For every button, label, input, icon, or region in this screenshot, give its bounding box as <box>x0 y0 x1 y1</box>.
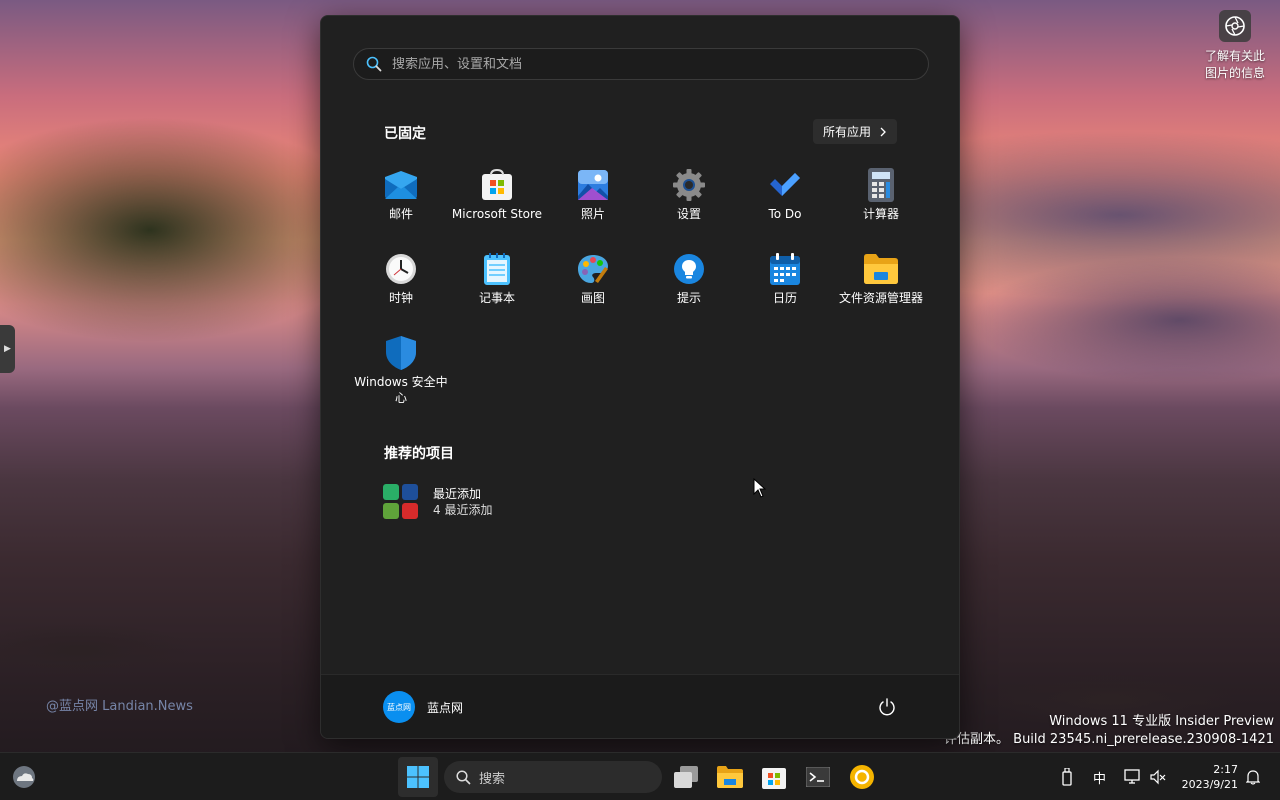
paint-icon <box>576 252 610 286</box>
photos-icon <box>576 168 610 202</box>
pinned-app-tips[interactable]: 提示 <box>641 242 737 322</box>
learn-about-picture[interactable]: 了解有关此图片的信息 <box>1202 10 1268 82</box>
browser-taskbar-button[interactable] <box>842 757 882 797</box>
settings-icon <box>672 168 706 202</box>
app-label: 照片 <box>580 207 605 221</box>
user-account-button[interactable]: 蓝点网 蓝点网 <box>383 691 463 723</box>
usb-icon <box>1062 768 1072 786</box>
store-icon <box>762 768 786 789</box>
search-icon <box>456 769 471 785</box>
start-search-input[interactable] <box>392 56 928 72</box>
app-label: To Do <box>768 207 802 221</box>
usb-tray-button[interactable] <box>1060 753 1074 800</box>
camera-icon <box>1219 10 1251 42</box>
pinned-app-photos[interactable]: 照片 <box>545 158 641 238</box>
tips-icon <box>672 252 706 286</box>
build-edition: Windows 11 专业版 Insider Preview <box>1049 714 1274 729</box>
pinned-app-file-explorer[interactable]: 文件资源管理器 <box>833 242 929 322</box>
bell-icon <box>1246 770 1260 785</box>
taskbar-search-label: 搜索 <box>479 771 506 787</box>
app-label: 计算器 <box>862 207 899 221</box>
pinned-app-paint[interactable]: 画图 <box>545 242 641 322</box>
app-label: 文件资源管理器 <box>838 291 923 305</box>
taskbar-search[interactable]: 搜索 <box>444 761 662 793</box>
pinned-app-calendar[interactable]: 日历 <box>737 242 833 322</box>
app-label: 画图 <box>580 291 605 305</box>
file-explorer-icon <box>864 252 898 286</box>
avatar: 蓝点网 <box>383 691 415 723</box>
security-icon <box>384 336 418 370</box>
recommended-item[interactable]: 最近添加 4 最近添加 <box>383 484 492 520</box>
all-apps-label: 所有应用 <box>823 125 872 139</box>
build-watermark: Windows 11 专业版 Insider Preview 评估副本。 Bui… <box>944 713 1274 749</box>
mouse-cursor-icon <box>753 478 767 498</box>
recommended-subtitle: 4 最近添加 <box>433 503 493 517</box>
power-button[interactable] <box>877 697 897 717</box>
app-label: 设置 <box>676 207 701 221</box>
pinned-title: 已固定 <box>384 126 426 142</box>
windows-logo-icon <box>407 766 429 788</box>
build-number: 评估副本。 Build 23545.ni_prerelease.230908-1… <box>944 732 1274 747</box>
folder-icon <box>717 766 743 788</box>
start-footer: 蓝点网 蓝点网 <box>321 674 959 738</box>
weather-widget-button[interactable] <box>4 757 44 797</box>
store-icon <box>480 168 514 202</box>
network-tray-button[interactable] <box>1124 753 1142 800</box>
volume-muted-icon <box>1150 769 1166 785</box>
all-apps-button[interactable]: 所有应用 <box>813 119 898 144</box>
user-name: 蓝点网 <box>427 700 464 715</box>
power-icon <box>879 698 895 716</box>
volume-tray-button[interactable] <box>1150 753 1166 800</box>
app-label: 邮件 <box>388 207 413 221</box>
start-button[interactable] <box>398 757 438 797</box>
learn-more-text: 了解有关此图片的信息 <box>1204 49 1265 80</box>
chevron-right-icon <box>880 127 886 136</box>
network-icon <box>1124 769 1140 784</box>
pinned-app-todo[interactable]: To Do <box>737 158 833 238</box>
app-label: 记事本 <box>478 291 515 305</box>
app-label: 提示 <box>676 291 701 305</box>
terminal-taskbar-button[interactable] <box>798 757 838 797</box>
recent-apps-icon <box>383 484 419 520</box>
mail-icon <box>384 168 418 202</box>
pinned-app-clock[interactable]: 时钟 <box>353 242 449 322</box>
file-explorer-taskbar-button[interactable] <box>710 757 750 797</box>
pinned-app-security[interactable]: Windows 安全中心 <box>353 326 449 422</box>
app-label: Windows 安全中心 <box>354 375 448 405</box>
widgets-handle[interactable]: ▶ <box>0 325 15 373</box>
browser-icon <box>850 765 874 789</box>
taskbar: 搜索 中 2:17 2023/9/21 <box>0 752 1280 800</box>
notepad-icon <box>480 252 514 286</box>
pinned-app-calculator[interactable]: 计算器 <box>833 158 929 238</box>
site-watermark: @蓝点网 Landian.News <box>46 699 193 714</box>
clock-date: 2023/9/21 <box>1181 778 1238 791</box>
task-view-icon <box>674 766 698 788</box>
recommended-title: 推荐的项目 <box>384 446 454 462</box>
clock-time: 2:17 <box>1213 763 1238 776</box>
notifications-button[interactable] <box>1246 753 1260 800</box>
task-view-button[interactable] <box>666 757 706 797</box>
start-search-box[interactable] <box>353 48 929 80</box>
calendar-icon <box>768 252 802 286</box>
search-icon <box>366 56 382 72</box>
pinned-app-notepad[interactable]: 记事本 <box>449 242 545 322</box>
calculator-icon <box>864 168 898 202</box>
store-taskbar-button[interactable] <box>754 757 794 797</box>
pinned-app-settings[interactable]: 设置 <box>641 158 737 238</box>
pinned-app-store[interactable]: Microsoft Store <box>449 158 545 238</box>
start-menu: 已固定 所有应用 邮件 Microsoft Store 照片 <box>320 15 960 739</box>
todo-icon <box>768 168 802 202</box>
app-label: 时钟 <box>388 291 413 305</box>
weather-icon <box>13 766 35 788</box>
taskbar-clock[interactable]: 2:17 2023/9/21 <box>1182 762 1238 792</box>
ime-indicator[interactable]: 中 <box>1093 753 1106 800</box>
pinned-app-mail[interactable]: 邮件 <box>353 158 449 238</box>
clock-icon <box>384 252 418 286</box>
app-label: Microsoft Store <box>451 207 543 221</box>
recommended-title-text: 最近添加 <box>433 487 482 501</box>
terminal-icon <box>806 767 830 787</box>
app-label: 日历 <box>772 291 797 305</box>
